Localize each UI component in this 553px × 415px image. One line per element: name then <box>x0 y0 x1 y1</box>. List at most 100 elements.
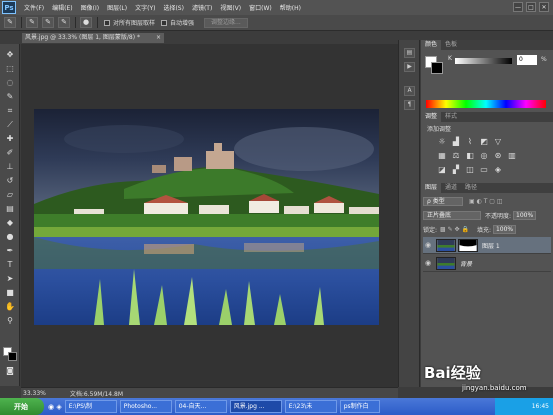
color-balance-icon[interactable]: ⚖ <box>451 151 461 160</box>
actions-panel-icon[interactable]: ▶ <box>404 62 415 72</box>
fill-input[interactable]: 100% <box>492 225 517 234</box>
close-button[interactable]: ✕ <box>539 2 549 12</box>
tab-channels[interactable]: 通道 <box>441 183 461 193</box>
dodge-tool-icon[interactable]: ● <box>4 232 16 242</box>
eyedropper-tool-icon[interactable]: ⟋ <box>4 120 16 130</box>
menu-edit[interactable]: 编辑(E) <box>52 3 72 12</box>
color-spectrum-bar[interactable] <box>426 100 546 108</box>
brush-tool-icon[interactable]: ✐ <box>4 148 16 158</box>
levels-icon[interactable]: ▟ <box>451 137 461 146</box>
refine-edge-button[interactable]: 调整边缘... <box>204 17 248 28</box>
blend-mode-select[interactable]: 正片叠底 <box>423 211 481 220</box>
quick-selection-tool-icon[interactable]: ✎ <box>4 92 16 102</box>
posterize-icon[interactable]: ▞ <box>451 165 461 174</box>
hue-saturation-icon[interactable]: ▦ <box>437 151 447 160</box>
minimize-button[interactable]: — <box>513 2 523 12</box>
eraser-tool-icon[interactable]: ▱ <box>4 190 16 200</box>
document-tab[interactable]: 风景.jpg @ 33.3% (图层 1, 图层蒙版/8) * × <box>22 33 164 43</box>
auto-enhance-checkbox[interactable] <box>161 19 168 26</box>
quick-launch-icons[interactable]: ◉ ◈ <box>48 403 62 411</box>
layer-name[interactable]: 图层 1 <box>482 241 500 250</box>
exposure-icon[interactable]: ◩ <box>479 137 489 146</box>
menu-view[interactable]: 视图(V) <box>220 3 241 12</box>
menu-help[interactable]: 帮助(H) <box>280 3 301 12</box>
marquee-tool-icon[interactable]: ⬚ <box>4 64 16 74</box>
menu-layer[interactable]: 图层(L) <box>107 3 127 12</box>
healing-brush-tool-icon[interactable]: ✚ <box>4 134 16 144</box>
panel-background-swatch[interactable] <box>431 62 443 74</box>
lock-icons[interactable]: ▩ ✎ ✥ 🔒 <box>440 226 469 233</box>
zoom-tool-icon[interactable]: ⚲ <box>4 316 16 326</box>
menu-window[interactable]: 窗口(W) <box>249 3 272 12</box>
photo-filter-icon[interactable]: ◎ <box>479 151 489 160</box>
color-lookup-icon[interactable]: ▥ <box>507 151 517 160</box>
tab-paths[interactable]: 路径 <box>461 183 481 193</box>
clone-stamp-tool-icon[interactable]: ⊥ <box>4 162 16 172</box>
taskbar-item-active[interactable]: 风景.jpg ... <box>229 400 282 413</box>
blur-tool-icon[interactable]: ◆ <box>4 218 16 228</box>
visibility-eye-icon[interactable]: ◉ <box>423 259 433 267</box>
menu-image[interactable]: 图像(I) <box>81 3 99 12</box>
path-selection-tool-icon[interactable]: ➤ <box>4 274 16 284</box>
taskbar-item[interactable]: ps制作白 <box>339 400 380 413</box>
threshold-icon[interactable]: ◫ <box>465 165 475 174</box>
gradient-tool-icon[interactable]: ▤ <box>4 204 16 214</box>
k-value-input[interactable]: 0 <box>517 55 537 65</box>
character-panel-icon[interactable]: A <box>404 86 415 96</box>
tab-swatches[interactable]: 色板 <box>441 40 461 50</box>
opacity-input[interactable]: 100% <box>513 211 537 220</box>
start-button[interactable]: 开始 <box>0 398 44 415</box>
layer-mask-thumbnail[interactable] <box>458 238 478 252</box>
tab-styles[interactable]: 样式 <box>441 112 461 122</box>
taskbar-item[interactable]: E:\PS\制 <box>64 400 117 413</box>
layer-name[interactable]: 背景 <box>460 259 472 268</box>
layer-row-layer1[interactable]: ◉ 图层 1 <box>423 237 551 254</box>
clock[interactable]: 16:45 <box>532 403 549 410</box>
close-tab-icon[interactable]: × <box>156 33 161 43</box>
add-to-selection-icon[interactable]: ✎ <box>42 17 54 28</box>
brightness-icon[interactable]: ☼ <box>437 137 447 146</box>
landscape-image[interactable] <box>34 109 379 325</box>
type-tool-icon[interactable]: T <box>4 260 16 270</box>
shape-tool-icon[interactable]: ■ <box>4 288 16 298</box>
invert-icon[interactable]: ◪ <box>437 165 447 174</box>
tab-layers[interactable]: 图层 <box>421 183 442 193</box>
new-selection-icon[interactable]: ✎ <box>26 17 38 28</box>
menu-type[interactable]: 文字(Y) <box>135 3 155 12</box>
history-panel-icon[interactable]: ▤ <box>404 48 415 58</box>
tab-adjustments[interactable]: 调整 <box>421 112 442 122</box>
brush-size-picker-icon[interactable]: ● <box>80 17 92 28</box>
background-color-swatch[interactable] <box>8 352 17 361</box>
taskbar-item[interactable]: Photosho... <box>119 400 172 413</box>
black-white-icon[interactable]: ◧ <box>465 151 475 160</box>
quick-mask-icon[interactable]: ◙ <box>4 366 16 376</box>
crop-tool-icon[interactable]: ⌗ <box>4 106 16 116</box>
menu-filter[interactable]: 滤镜(T) <box>192 3 212 12</box>
tab-color[interactable]: 颜色 <box>421 40 442 50</box>
layer-kind-filter[interactable]: ρ 类型 <box>423 197 463 206</box>
hand-tool-icon[interactable]: ✋ <box>4 302 16 312</box>
vibrance-icon[interactable]: ▽ <box>493 137 503 146</box>
layer-row-background[interactable]: ◉ 背景 <box>423 255 551 272</box>
lasso-tool-icon[interactable]: ◌ <box>4 78 16 88</box>
taskbar-item[interactable]: E:\23\未 <box>284 400 337 413</box>
maximize-button[interactable]: □ <box>526 2 536 12</box>
channel-mixer-icon[interactable]: ⊛ <box>493 151 503 160</box>
move-tool-icon[interactable]: ✥ <box>4 50 16 60</box>
pen-tool-icon[interactable]: ✒ <box>4 246 16 256</box>
quick-selection-tool-icon[interactable]: ✎ <box>4 17 16 28</box>
selective-color-icon[interactable]: ◈ <box>493 165 503 174</box>
visibility-eye-icon[interactable]: ◉ <box>423 241 433 249</box>
subtract-from-selection-icon[interactable]: ✎ <box>58 17 70 28</box>
menu-select[interactable]: 选择(S) <box>163 3 184 12</box>
taskbar-item[interactable]: 04-自天... <box>174 400 227 413</box>
menu-file[interactable]: 文件(F) <box>24 3 44 12</box>
gradient-map-icon[interactable]: ▭ <box>479 165 489 174</box>
curves-icon[interactable]: ⌇ <box>465 137 475 146</box>
zoom-level[interactable]: 33.33% <box>23 390 46 397</box>
sample-all-layers-checkbox[interactable] <box>104 19 110 26</box>
k-channel-slider[interactable] <box>455 58 512 64</box>
history-brush-tool-icon[interactable]: ↺ <box>4 176 16 186</box>
filter-icons[interactable]: ▣ ◐ T ▢ ◫ <box>469 198 503 205</box>
paragraph-panel-icon[interactable]: ¶ <box>404 100 415 110</box>
